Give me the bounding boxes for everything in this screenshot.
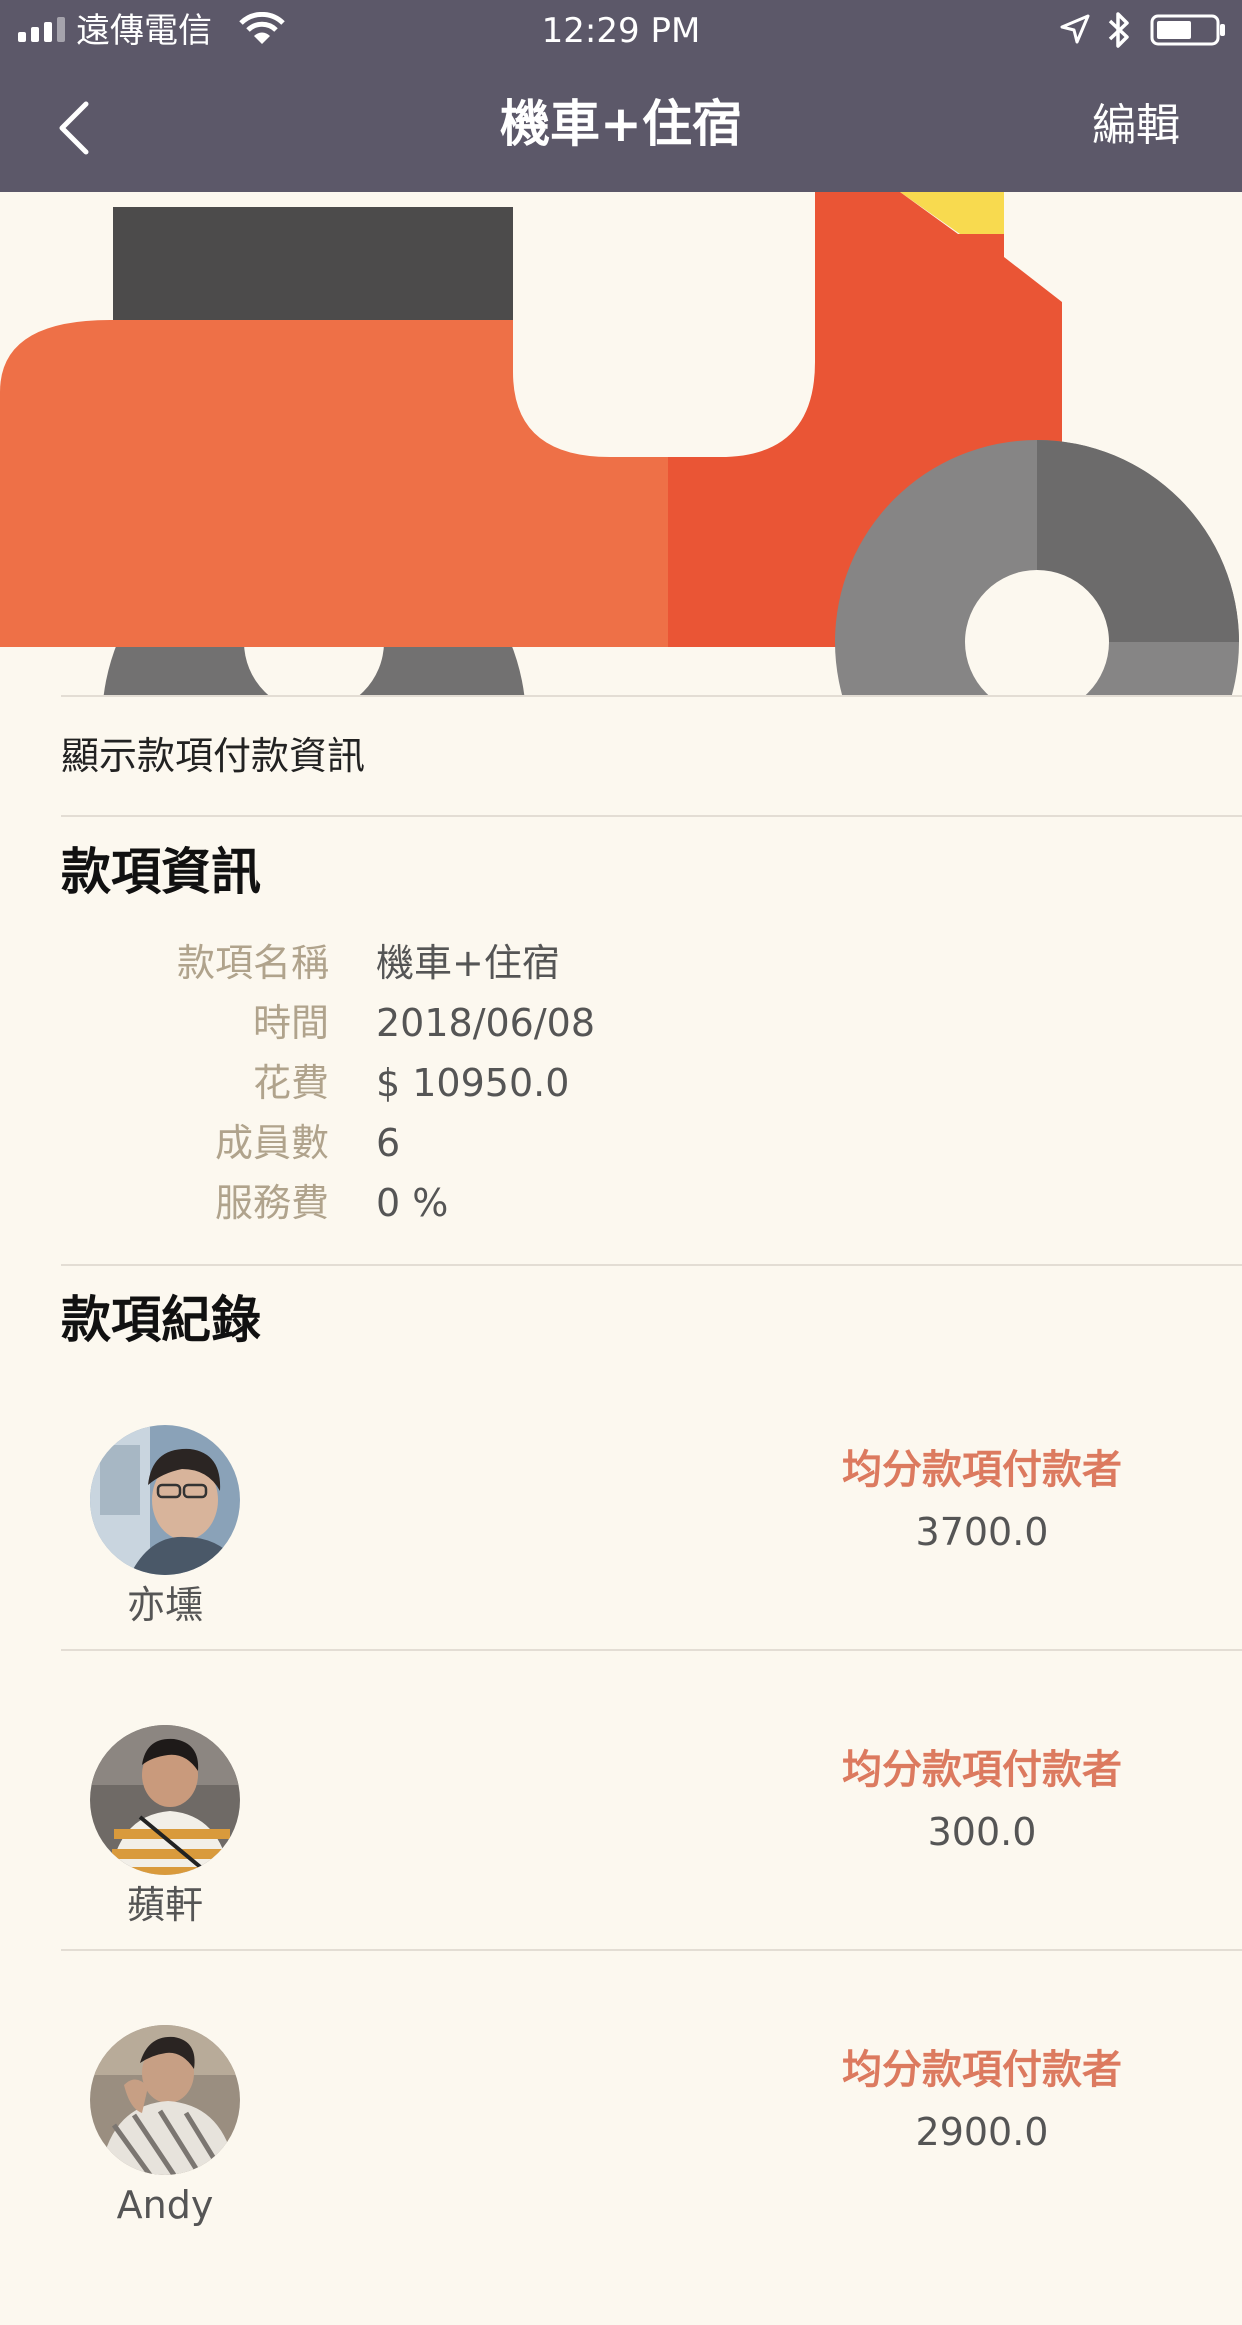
info-value: 機車+住宿 (376, 941, 560, 985)
divider (61, 815, 1242, 817)
info-row-date: 時間 2018/06/08 (0, 994, 1242, 1052)
info-value: $ 10950.0 (376, 1061, 570, 1105)
info-row-name: 款項名稱 機車+住宿 (0, 934, 1242, 992)
scooter-illustration (0, 192, 1242, 695)
payer-role: 均分款項付款者 (842, 1447, 1122, 1493)
info-row-service-fee: 服務費 0 % (0, 1174, 1242, 1232)
avatar (90, 1725, 240, 1875)
avatar (90, 1425, 240, 1575)
status-bar: 遠傳電信 12:29 PM (0, 0, 1242, 62)
divider (61, 1949, 1242, 1951)
divider (61, 695, 1242, 697)
info-section-title: 款項資訊 (61, 843, 261, 901)
payment-amount: 3700.0 (915, 1510, 1049, 1554)
info-value: 6 (376, 1121, 401, 1165)
clock: 12:29 PM (541, 11, 701, 51)
payment-amount: 300.0 (927, 1810, 1037, 1854)
hero-image (0, 192, 1242, 695)
member-name: 亦壎 (126, 1583, 203, 1627)
payment-amount: 2900.0 (915, 2110, 1049, 2154)
info-label: 服務費 (214, 1181, 329, 1225)
info-label: 成員數 (214, 1121, 329, 1165)
navigation-bar: 機車+住宿 編輯 (0, 62, 1242, 192)
info-label: 時間 (252, 1001, 329, 1045)
info-row-members: 成員數 6 (0, 1114, 1242, 1172)
info-label: 款項名稱 (176, 941, 329, 985)
payer-role: 均分款項付款者 (842, 1747, 1122, 1793)
record-item[interactable]: 亦壎 均分款項付款者 3700.0 (0, 1425, 1242, 1725)
divider (61, 1649, 1242, 1651)
record-item[interactable]: Andy 均分款項付款者 2900.0 (0, 2025, 1242, 2325)
battery-icon (1150, 14, 1228, 50)
member-name: Andy (116, 2183, 214, 2227)
page-title: 機車+住宿 (500, 95, 742, 153)
divider (61, 1264, 1242, 1266)
info-value: 2018/06/08 (376, 1001, 596, 1045)
show-payment-info-toggle[interactable]: 顯示款項付款資訊 (61, 730, 365, 782)
info-row-cost: 花費 $ 10950.0 (0, 1054, 1242, 1112)
bluetooth-icon (1106, 10, 1132, 54)
info-label: 花費 (252, 1061, 329, 1105)
records-section-title: 款項紀錄 (61, 1291, 261, 1349)
payer-role: 均分款項付款者 (842, 2047, 1122, 2093)
edit-button[interactable]: 編輯 (1092, 98, 1180, 154)
member-name: 蘋軒 (126, 1883, 203, 1927)
location-arrow-icon (1060, 14, 1090, 48)
avatar (90, 2025, 240, 2175)
record-item[interactable]: 蘋軒 均分款項付款者 300.0 (0, 1725, 1242, 2025)
info-value: 0 % (376, 1181, 449, 1225)
